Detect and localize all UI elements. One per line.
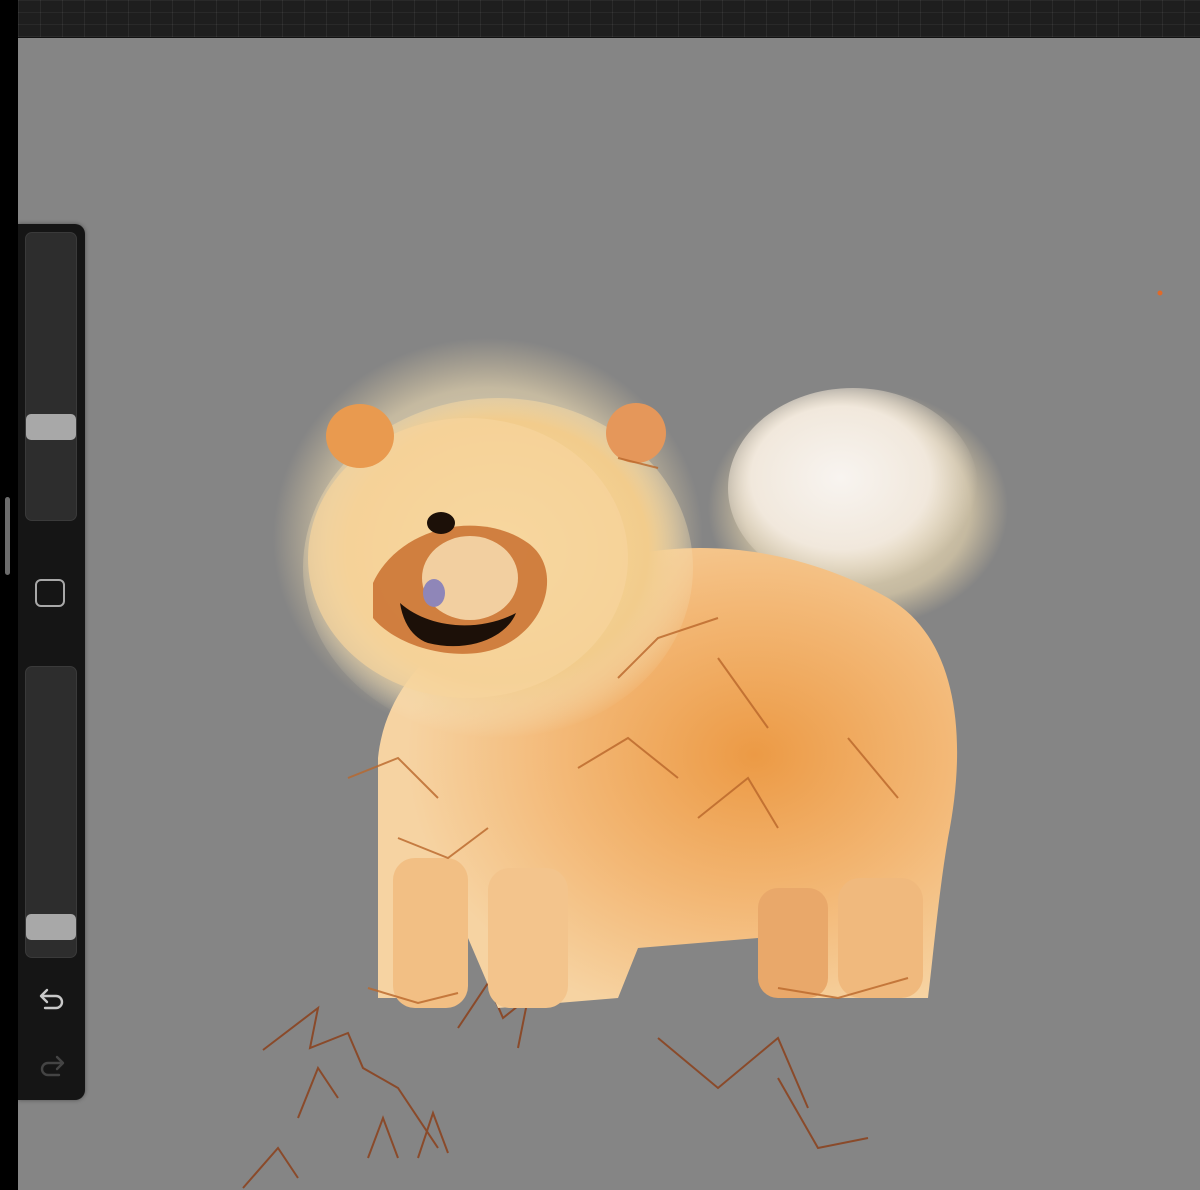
screen-left-edge xyxy=(0,0,18,1190)
brush-opacity-thumb[interactable] xyxy=(26,914,76,941)
redo-arrow-icon xyxy=(40,1055,65,1077)
dog-painting-artwork xyxy=(242,290,1163,1189)
brush-sidebar xyxy=(18,224,85,1100)
brush-size-thumb[interactable] xyxy=(26,414,76,441)
sketch-layer xyxy=(242,980,869,1189)
drawing-canvas[interactable] xyxy=(18,38,1200,1190)
undo-button[interactable] xyxy=(32,979,72,1019)
paint-layer xyxy=(273,338,1008,1008)
brush-opacity-slider[interactable] xyxy=(25,666,77,958)
square-outline-icon[interactable] xyxy=(35,579,65,607)
sidebar-drag-handle[interactable] xyxy=(5,497,10,575)
top-toolbar xyxy=(18,0,1200,38)
stray-paint-dot xyxy=(1157,290,1163,296)
redo-button[interactable] xyxy=(32,1046,72,1086)
undo-arrow-icon xyxy=(39,988,64,1010)
brush-size-slider[interactable] xyxy=(25,232,77,521)
